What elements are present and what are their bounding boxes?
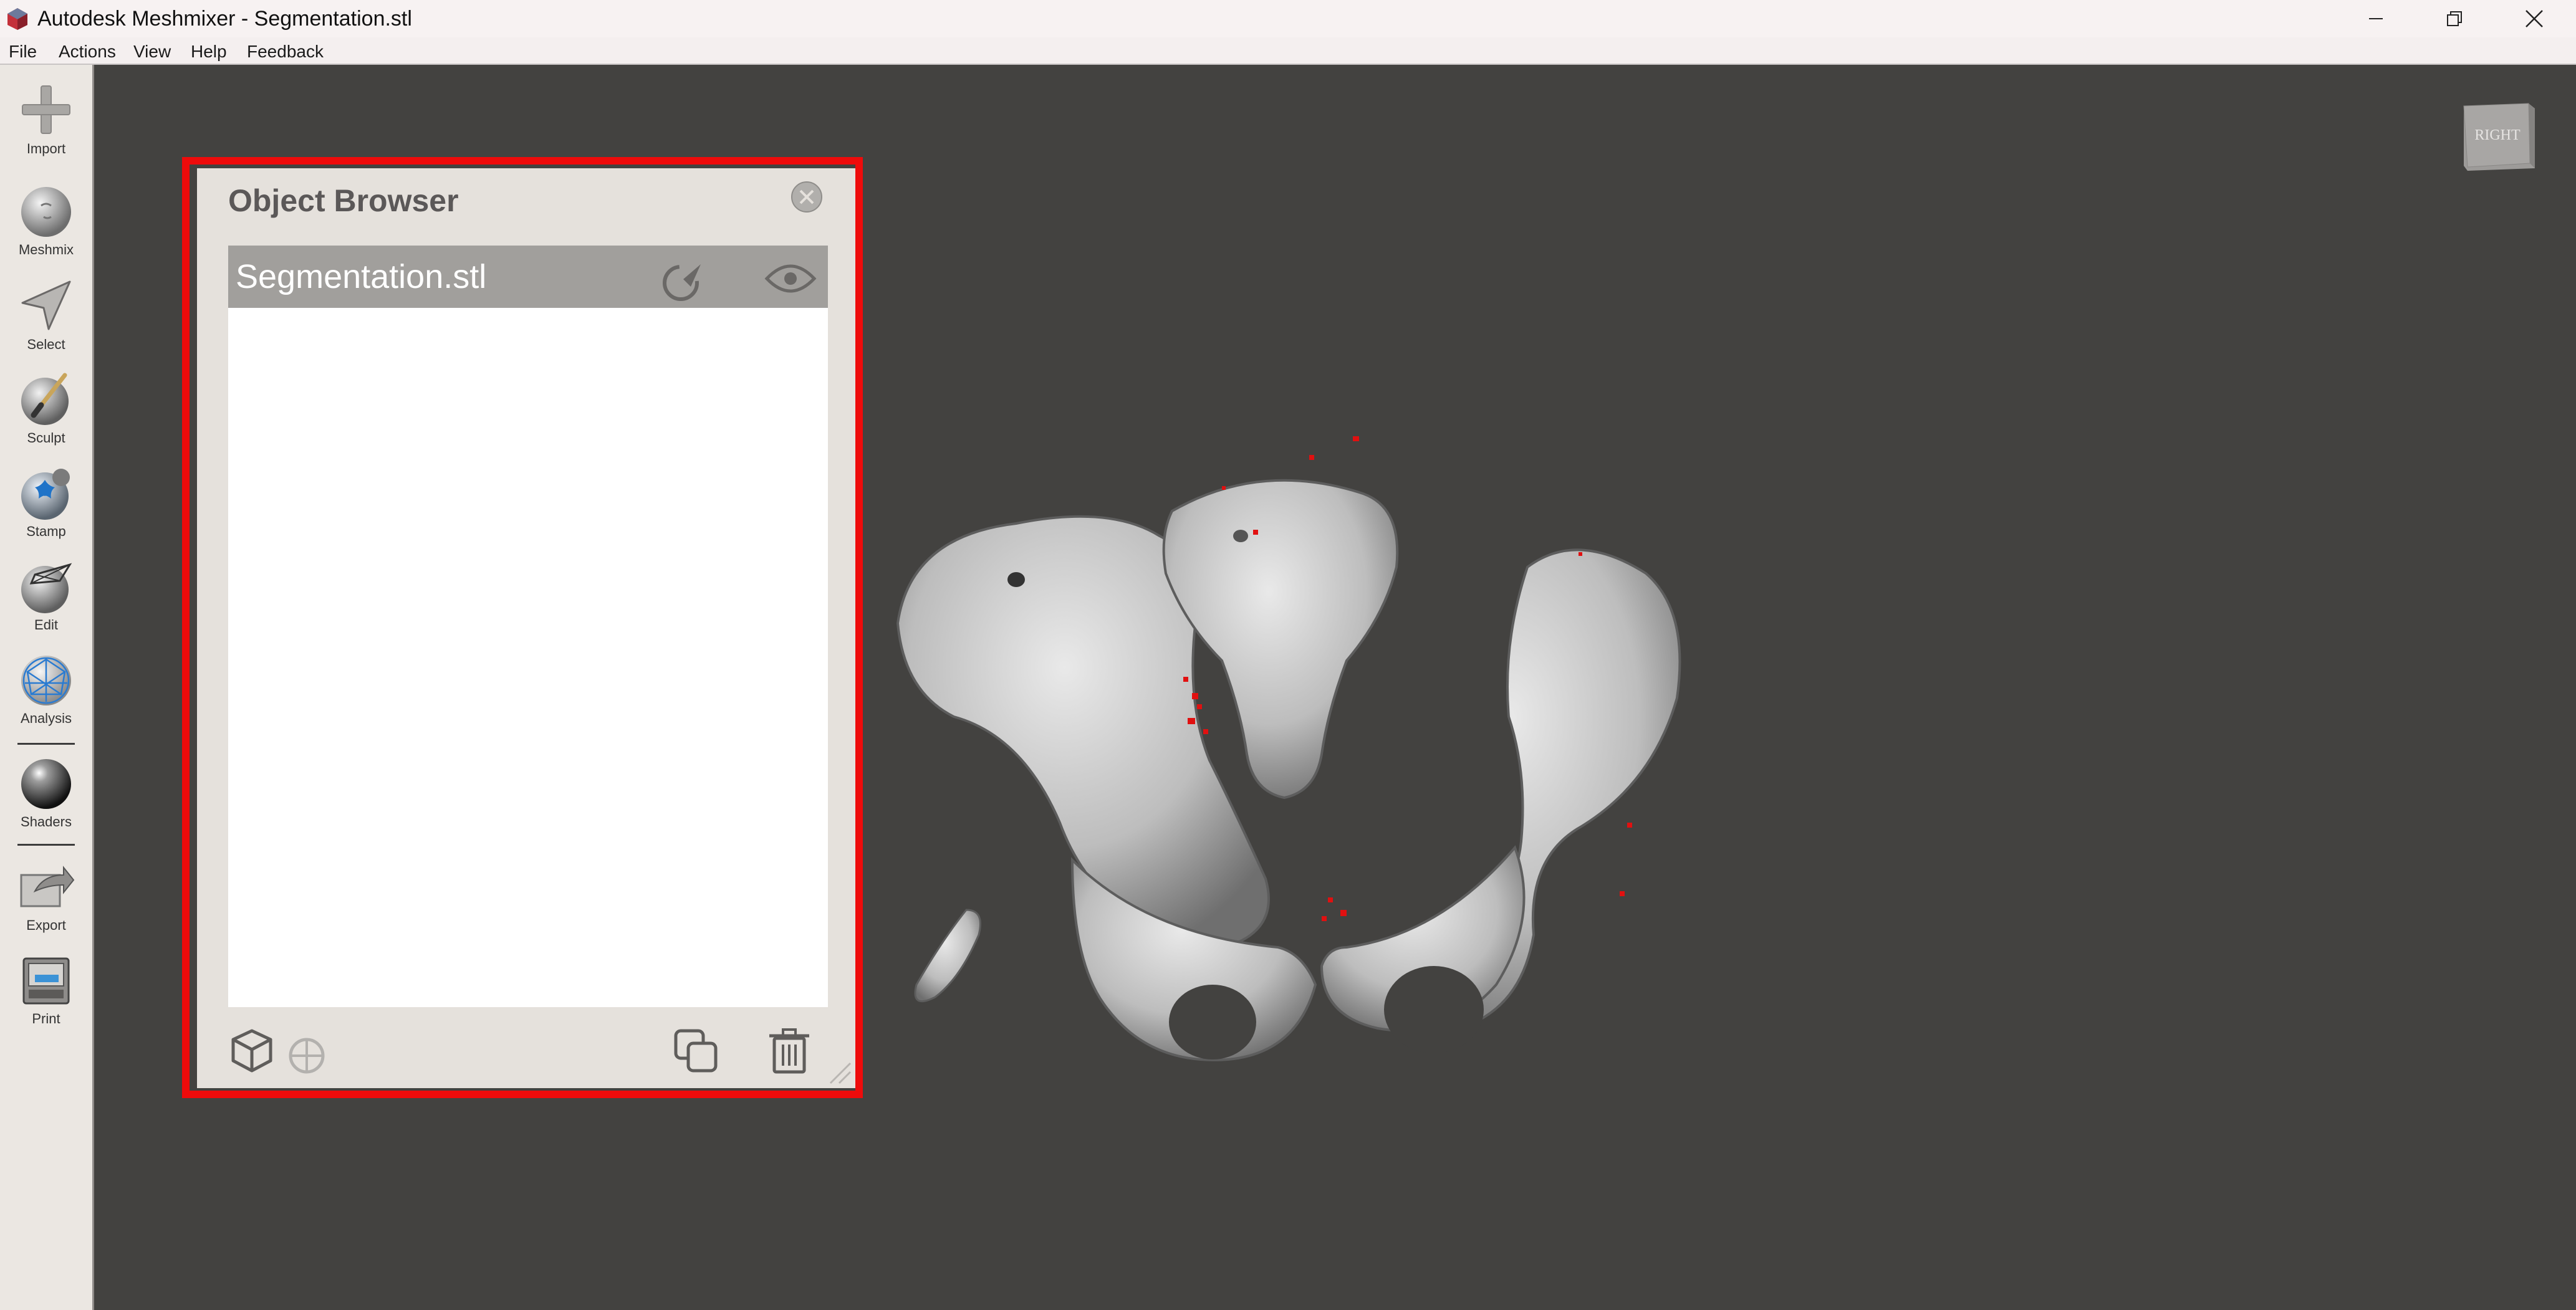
tool-select[interactable]: Select — [0, 275, 92, 353]
tool-sculpt[interactable]: Sculpt — [0, 369, 92, 446]
tool-meshmix[interactable]: Meshmix — [0, 181, 92, 258]
arrow-cursor-icon — [21, 280, 71, 330]
edit-mesh-icon — [21, 563, 72, 613]
plus-icon — [22, 85, 70, 134]
tool-import-label: Import — [26, 141, 66, 156]
meshmix-icon — [21, 187, 71, 237]
toolbar-divider — [17, 844, 75, 846]
menu-actions[interactable]: Actions — [59, 41, 116, 62]
tool-export-label: Export — [26, 917, 66, 933]
restore-button[interactable] — [2416, 0, 2492, 37]
view-cube[interactable]: RIGHT — [2461, 98, 2542, 173]
minimize-button[interactable] — [2338, 0, 2414, 37]
tool-import[interactable]: Import — [0, 80, 92, 157]
shader-sphere-icon — [21, 759, 71, 809]
tool-stamp-label: Stamp — [26, 524, 66, 539]
close-window-button[interactable] — [2496, 0, 2572, 37]
restore-icon — [2447, 11, 2462, 26]
tool-print-label: Print — [32, 1011, 60, 1026]
left-toolbar: Import Meshmix Select Sculpt Stamp Edit … — [0, 65, 94, 1310]
tool-export[interactable]: Export — [0, 856, 92, 934]
tool-select-label: Select — [27, 337, 65, 352]
close-icon — [2526, 10, 2543, 27]
toolbar-divider — [17, 743, 75, 745]
minimize-icon — [2369, 18, 2383, 19]
pelvis-mesh-model[interactable] — [873, 386, 1746, 1134]
window-title: Autodesk Meshmixer - Segmentation.stl — [37, 7, 412, 31]
stamp-icon — [21, 469, 70, 520]
menu-bar: File Actions View Help Feedback — [0, 37, 2576, 65]
tool-analysis[interactable]: Analysis — [0, 649, 92, 727]
highlight-box — [182, 157, 863, 1098]
view-cube-label: RIGHT — [2474, 127, 2521, 143]
analysis-icon — [21, 656, 71, 705]
export-icon — [20, 866, 75, 907]
menu-feedback[interactable]: Feedback — [247, 41, 324, 62]
menu-view[interactable]: View — [133, 41, 171, 62]
tool-sculpt-label: Sculpt — [27, 430, 65, 446]
tool-print[interactable]: Print — [0, 950, 92, 1027]
menu-file[interactable]: File — [9, 41, 37, 62]
tool-meshmix-label: Meshmix — [18, 242, 74, 257]
tool-edit-label: Edit — [34, 617, 58, 633]
tool-shaders[interactable]: Shaders — [0, 753, 92, 830]
tool-analysis-label: Analysis — [21, 710, 72, 726]
tool-shaders-label: Shaders — [21, 814, 72, 830]
menu-help[interactable]: Help — [191, 41, 227, 62]
meshmixer-logo-icon — [7, 8, 27, 30]
tool-stamp[interactable]: Stamp — [0, 462, 92, 540]
title-bar: Autodesk Meshmixer - Segmentation.stl — [0, 0, 2576, 37]
brush-icon — [21, 373, 69, 425]
tool-edit[interactable]: Edit — [0, 556, 92, 633]
printer-icon — [22, 957, 70, 1005]
